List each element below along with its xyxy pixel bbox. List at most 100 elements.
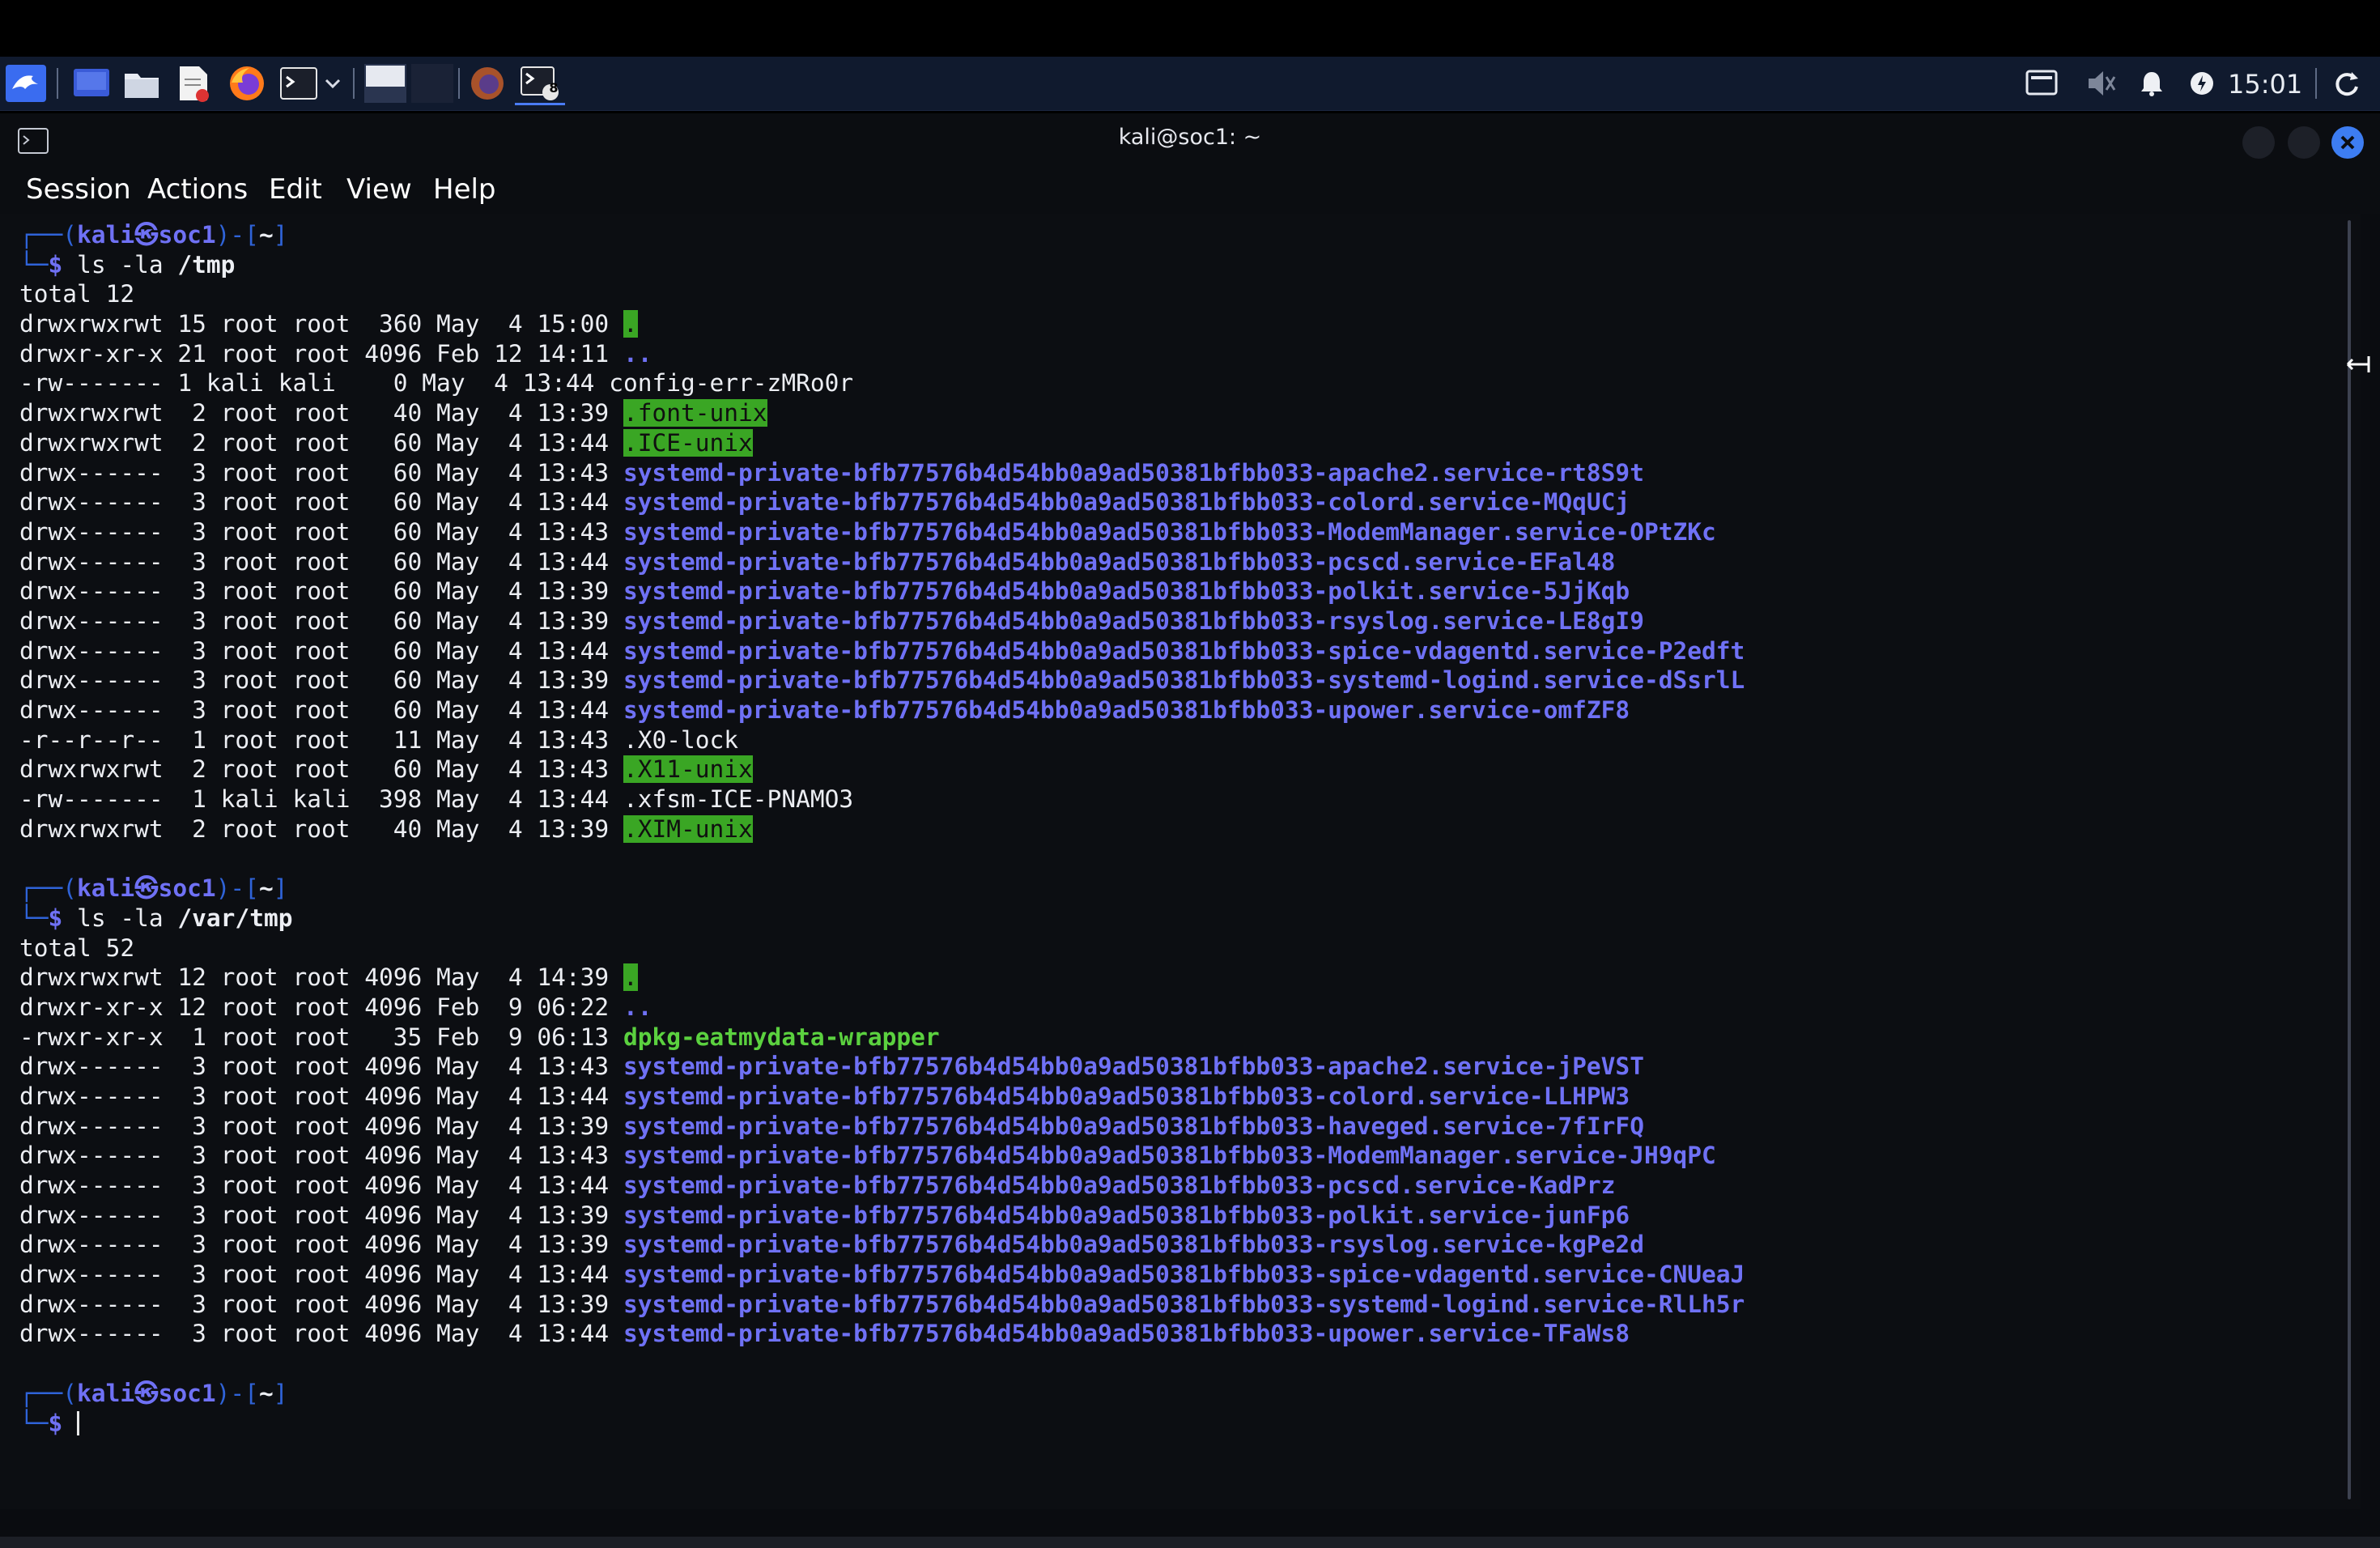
window-titlebar[interactable]: kali@soc1: ~ [0, 113, 2380, 164]
clock[interactable]: 15:01 [2228, 66, 2302, 102]
file-name: systemd-private-bfb77576b4d54bb0a9ad5038… [623, 458, 1644, 487]
file-name: systemd-private-bfb77576b4d54bb0a9ad5038… [623, 666, 1745, 695]
prompt-frame: ┌──( [19, 874, 78, 903]
window-title: kali@soc1: ~ [1118, 125, 1262, 150]
prompt-frame: └─ [19, 250, 49, 279]
listing-row: drwx------ 3 root root 60 May 4 13:43 sy… [19, 458, 1745, 488]
scrollbar[interactable] [2344, 214, 2361, 1509]
menu-view[interactable]: View [346, 173, 412, 206]
maximize-button[interactable] [2288, 126, 2320, 159]
command-line: └─$ [19, 1409, 1745, 1439]
file-name: systemd-private-bfb77576b4d54bb0a9ad5038… [623, 1290, 1745, 1318]
panel-separator [2315, 68, 2317, 99]
scrollbar-thumb[interactable] [2348, 220, 2351, 1499]
prompt-frame: )-[ [215, 1379, 259, 1407]
file-meta: drwx------ 3 root root 60 May 4 13:39 [19, 606, 623, 635]
prompt-frame: ┌──( [19, 221, 78, 249]
listing-total: total 52 [19, 933, 135, 962]
command-line: └─$ ls -la /tmp [19, 250, 1745, 280]
terminal-window-icon[interactable]: 8 [515, 64, 565, 105]
listing-row: drwxrwxrwt 2 root root 40 May 4 13:39 .X… [19, 814, 1745, 844]
close-button[interactable] [2331, 126, 2364, 159]
kali-menu-icon[interactable] [3, 64, 49, 103]
firefox-window-icon[interactable] [465, 64, 510, 103]
prompt-dollar: $ [48, 904, 78, 932]
prompt-line: ┌──(kali㉿soc1)-[~] [19, 1379, 1745, 1409]
file-name: systemd-private-bfb77576b4d54bb0a9ad5038… [623, 488, 1630, 517]
workspace-2-icon[interactable] [410, 64, 455, 103]
file-name: systemd-private-bfb77576b4d54bb0a9ad5038… [623, 636, 1745, 665]
panel-separator [57, 68, 58, 99]
firefox-icon[interactable] [227, 64, 267, 103]
prompt-frame: )-[ [215, 221, 259, 249]
resize-cursor-icon [2344, 350, 2374, 379]
listing-row: drwx------ 3 root root 4096 May 4 13:39 … [19, 1290, 1745, 1320]
terminal-output[interactable]: ┌──(kali㉿soc1)-[~] └─$ ls -la /tmp total 1… [0, 214, 2348, 1509]
terminal-lines: ┌──(kali㉿soc1)-[~] └─$ ls -la /tmp total 1… [19, 220, 1745, 1438]
file-name: .. [623, 339, 652, 368]
listing-row: drwx------ 3 root root 4096 May 4 13:44 … [19, 1082, 1745, 1112]
refresh-icon[interactable] [2328, 64, 2365, 103]
screenshot-icon[interactable] [2024, 64, 2059, 103]
command-line: └─$ ls -la /var/tmp [19, 904, 1745, 933]
menu-edit[interactable]: Edit [269, 173, 322, 206]
file-name: systemd-private-bfb77576b4d54bb0a9ad5038… [623, 606, 1644, 635]
command-text: ls -la [77, 904, 178, 932]
menu-session[interactable]: Session [26, 173, 131, 206]
file-meta: drwxrwxrwt 15 root root 360 May 4 15:00 [19, 310, 623, 338]
prompt-frame: ┌──( [19, 1379, 78, 1407]
workspace-1-icon[interactable] [363, 64, 408, 103]
listing-total: total 12 [19, 280, 135, 308]
file-meta: drwx------ 3 root root 4096 May 4 13:39 [19, 1231, 623, 1259]
file-name: systemd-private-bfb77576b4d54bb0a9ad5038… [623, 696, 1630, 724]
mute-icon[interactable] [2084, 64, 2119, 103]
prompt-line: ┌──(kali㉿soc1)-[~] [19, 220, 1745, 250]
listing-row: drwx------ 3 root root 60 May 4 13:43 sy… [19, 517, 1745, 547]
file-name: .XIM-unix [623, 814, 753, 843]
text-editor-icon[interactable] [173, 64, 214, 103]
dropdown-chevron-icon[interactable] [322, 64, 343, 103]
file-meta: drwx------ 3 root root 4096 May 4 13:44 [19, 1320, 623, 1348]
listing-row: drwxrwxrwt 15 root root 360 May 4 15:00 … [19, 309, 1745, 339]
listing-row: -r--r--r-- 1 root root 11 May 4 13:43 .X… [19, 725, 1745, 755]
file-meta: drwx------ 3 root root 60 May 4 13:44 [19, 488, 623, 517]
listing-row: drwxrwxrwt 2 root root 60 May 4 13:43 .X… [19, 755, 1745, 785]
listing-row: drwx------ 3 root root 60 May 4 13:44 sy… [19, 547, 1745, 577]
prompt-user: kali [77, 874, 135, 903]
menu-actions[interactable]: Actions [147, 173, 248, 206]
file-meta: drwx------ 3 root root 4096 May 4 13:44 [19, 1172, 623, 1199]
prompt-dollar: $ [48, 1409, 78, 1437]
listing-row: drwx------ 3 root root 60 May 4 13:44 sy… [19, 695, 1745, 725]
command-arg: /var/tmp [177, 904, 293, 932]
file-name: . [623, 963, 638, 992]
prompt-frame: ] [273, 1379, 288, 1407]
menu-help[interactable]: Help [433, 173, 496, 206]
file-meta: -r--r--r-- 1 root root 11 May 4 13:43 [19, 725, 623, 754]
file-meta: -rwxr-xr-x 1 root root 35 Feb 9 06:13 [19, 1023, 623, 1051]
file-meta: drwx------ 3 root root 4096 May 4 13:39 [19, 1112, 623, 1140]
listing-row: drwx------ 3 root root 60 May 4 13:44 sy… [19, 487, 1745, 517]
file-name: .X11-unix [623, 755, 753, 784]
file-name: . [623, 310, 638, 338]
prompt-host: soc1 [158, 221, 216, 249]
file-meta: drwx------ 3 root root 60 May 4 13:43 [19, 458, 623, 487]
prompt-dollar: $ [48, 250, 78, 279]
file-name: systemd-private-bfb77576b4d54bb0a9ad5038… [623, 1231, 1644, 1259]
terminal-icon[interactable] [278, 64, 319, 103]
file-manager-icon[interactable] [121, 64, 162, 103]
file-meta: drwx------ 3 root root 4096 May 4 13:44 [19, 1082, 623, 1110]
prompt-frame: ] [273, 874, 288, 903]
listing-row: drwx------ 3 root root 4096 May 4 13:39 … [19, 1112, 1745, 1142]
file-name: systemd-private-bfb77576b4d54bb0a9ad5038… [623, 517, 1716, 546]
listing-row: drwx------ 3 root root 60 May 4 13:39 sy… [19, 576, 1745, 606]
command-arg: /tmp [177, 250, 236, 279]
prompt-dir: ~ [258, 1379, 274, 1407]
desktop-icon[interactable] [71, 64, 112, 103]
power-manager-icon[interactable] [2187, 64, 2216, 103]
prompt-at-icon: ㉿ [134, 874, 159, 903]
window-count-badge: 8 [549, 80, 559, 96]
prompt-host: soc1 [158, 874, 216, 903]
notifications-icon[interactable] [2137, 64, 2166, 103]
minimize-button[interactable] [2242, 126, 2275, 159]
